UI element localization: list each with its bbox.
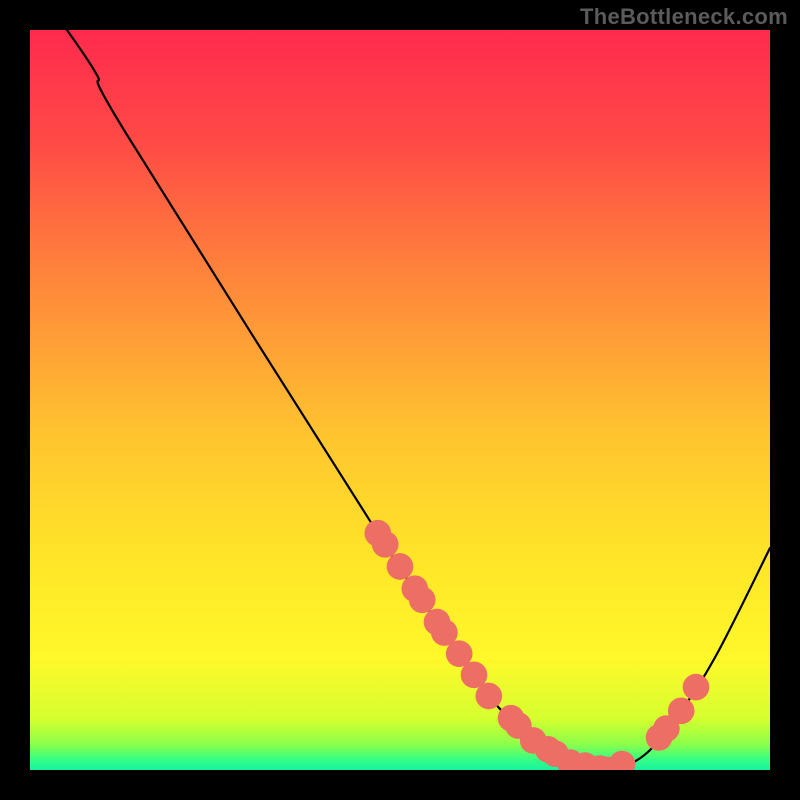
chart-area	[30, 30, 770, 770]
scatter-marker	[409, 586, 436, 613]
chart-svg	[30, 30, 770, 770]
chart-stage: TheBottleneck.com	[0, 0, 800, 800]
scatter-marker	[372, 531, 399, 558]
watermark-text: TheBottleneck.com	[580, 4, 788, 30]
scatter-marker	[668, 697, 695, 724]
scatter-marker	[475, 683, 502, 710]
scatter-marker	[387, 553, 414, 580]
background-gradient	[30, 30, 770, 770]
scatter-marker	[683, 674, 710, 701]
